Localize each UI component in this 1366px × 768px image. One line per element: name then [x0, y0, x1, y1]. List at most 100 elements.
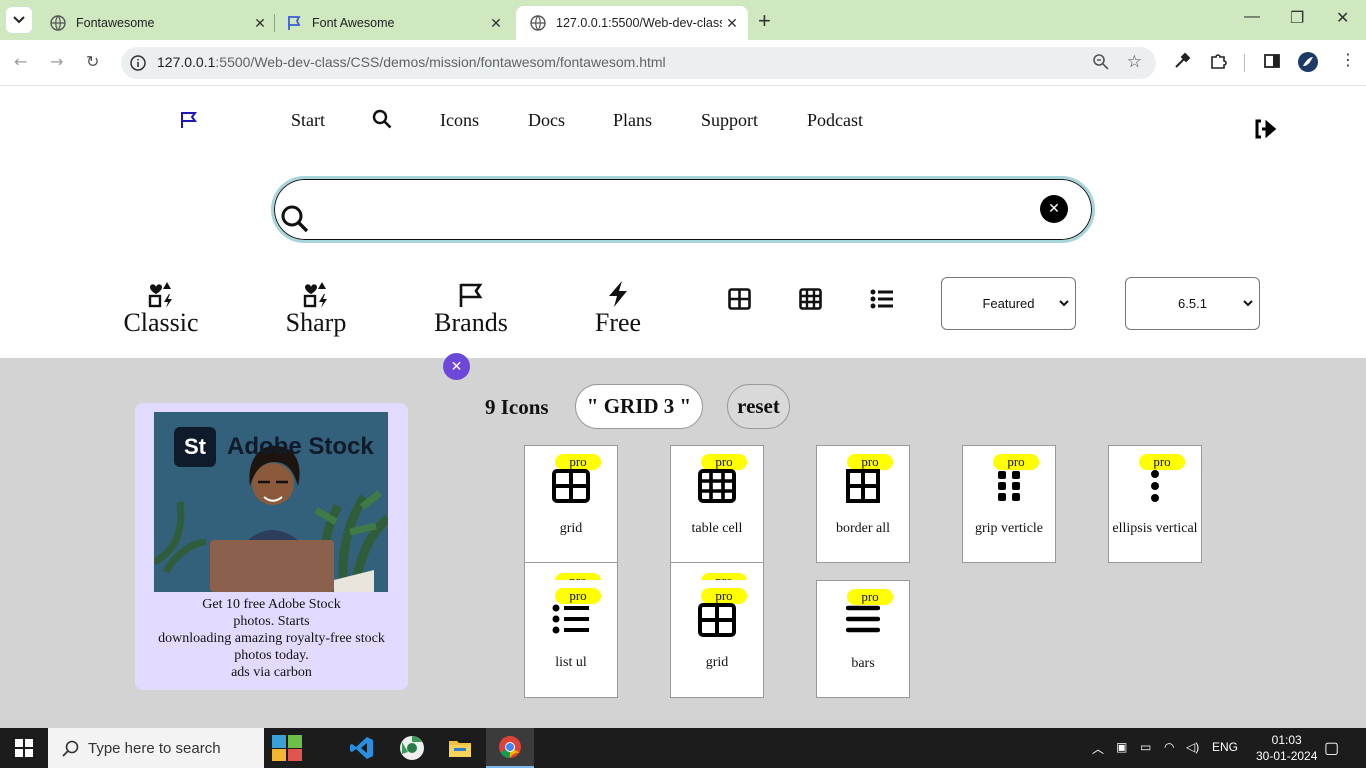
- browser-tab-fontawesome[interactable]: Fontawesome ✕: [36, 6, 276, 40]
- zoom-icon[interactable]: [1092, 53, 1110, 74]
- extensions-puzzle-icon[interactable]: [1209, 52, 1227, 75]
- tray-chevron-up-icon[interactable]: ︿: [1092, 740, 1104, 757]
- wifi-icon[interactable]: ◠: [1164, 740, 1174, 754]
- icon-card-border-all[interactable]: pro border all: [816, 445, 910, 563]
- bookmark-star-icon[interactable]: ☆: [1127, 52, 1142, 72]
- browser-tab-strip: Fontawesome ✕ Font Awesome ✕ 127.0.0.1:5…: [0, 0, 1366, 40]
- tab-title: Font Awesome: [312, 16, 395, 30]
- new-tab-plus-icon[interactable]: +: [758, 8, 771, 34]
- nav-podcast[interactable]: Podcast: [807, 110, 863, 131]
- icon-name: table cell: [691, 521, 743, 536]
- icon-card-bars[interactable]: pro bars: [816, 580, 910, 698]
- clock-date: 30-01-2024: [1256, 749, 1318, 763]
- list-view-icon[interactable]: [870, 288, 894, 315]
- reload-icon[interactable]: ↻: [86, 52, 99, 71]
- shapes-icon: [275, 276, 357, 308]
- grid-small-view-icon[interactable]: [799, 288, 822, 315]
- style-label: Brands: [434, 308, 508, 337]
- volume-icon[interactable]: ◁): [1186, 740, 1199, 754]
- input-language[interactable]: ENG: [1212, 740, 1238, 754]
- style-label: Free: [594, 308, 642, 337]
- icon-card-ellipsis-vertical[interactable]: pro ellipsis vertical: [1108, 445, 1202, 563]
- close-filter-icon[interactable]: ✕: [443, 353, 470, 380]
- battery-icon[interactable]: ▭: [1140, 740, 1151, 754]
- nav-start[interactable]: Start: [291, 110, 325, 131]
- tab-title: Fontawesome: [76, 16, 155, 30]
- nav-plans[interactable]: Plans: [613, 110, 652, 131]
- taskbar-clock[interactable]: 01:03 30-01-2024: [1256, 732, 1317, 764]
- ad-text[interactable]: Get 10 free Adobe Stock photos. Starts d…: [145, 596, 398, 681]
- search-icon: [62, 740, 79, 757]
- icon-card-grid[interactable]: pro grid: [524, 445, 618, 563]
- pro-badge: pro: [555, 588, 601, 604]
- notifications-icon[interactable]: ▢: [1324, 738, 1339, 758]
- icon-card-grid[interactable]: pro grid: [670, 580, 764, 698]
- meet-now-icon[interactable]: ▣: [1116, 740, 1127, 754]
- icon-card-list-ul[interactable]: pro list ul: [524, 580, 618, 698]
- icon-name: list ul: [555, 655, 587, 670]
- shapes-icon: [115, 276, 207, 308]
- chevron-down-icon: [1243, 300, 1253, 307]
- browser-tab-active[interactable]: 127.0.0.1:5500/Web-dev-class/C ✕: [516, 6, 748, 40]
- icon-card-table-cell[interactable]: pro table cell: [670, 445, 764, 563]
- query-chip[interactable]: " GRID 3 ": [575, 384, 703, 429]
- close-tab-icon[interactable]: ✕: [250, 15, 270, 32]
- vscode-icon[interactable]: [338, 728, 386, 768]
- browser-tab-font-awesome[interactable]: Font Awesome ✕: [272, 6, 512, 40]
- nav-search-icon[interactable]: [372, 109, 392, 134]
- restore-icon[interactable]: ❐: [1290, 8, 1304, 28]
- profile-avatar[interactable]: [1297, 51, 1319, 78]
- taskbar-search-box[interactable]: Type here to search: [48, 728, 264, 768]
- eyedropper-icon[interactable]: [1173, 52, 1191, 75]
- clear-search-icon[interactable]: ✕: [1040, 195, 1068, 223]
- icon-name: grip verticle: [974, 521, 1044, 536]
- version-select[interactable]: 6.5.1: [1125, 277, 1260, 330]
- carbon-ad[interactable]: St Adobe Stock Get 10 free Adobe Stock p…: [135, 403, 408, 690]
- file-explorer-icon[interactable]: [436, 728, 484, 768]
- style-classic-button[interactable]: Classic: [115, 276, 207, 338]
- forward-icon[interactable]: →: [50, 52, 63, 71]
- grid-large-view-icon[interactable]: [728, 288, 751, 315]
- reset-button[interactable]: reset: [727, 384, 790, 429]
- flag-icon: [286, 15, 302, 31]
- pro-badge: pro: [847, 454, 893, 470]
- bars-icon: [817, 604, 909, 634]
- window-close-icon[interactable]: ✕: [1336, 8, 1349, 28]
- nav-support[interactable]: Support: [701, 110, 758, 131]
- browser-menu-icon[interactable]: ⋮: [1340, 50, 1356, 69]
- pro-badge: pro: [993, 454, 1039, 470]
- style-sharp-button[interactable]: Sharp: [275, 276, 357, 338]
- windows-start-icon[interactable]: [0, 728, 48, 768]
- flag-logo-icon[interactable]: [180, 111, 198, 134]
- chevron-down-icon: [13, 16, 25, 24]
- icon-card-grip-vertical[interactable]: pro grip verticle: [962, 445, 1056, 563]
- sign-out-icon[interactable]: [1253, 118, 1277, 145]
- puzzle-widget-icon[interactable]: [264, 728, 312, 768]
- close-tab-icon[interactable]: ✕: [486, 15, 506, 32]
- minimize-icon[interactable]: —: [1244, 8, 1260, 26]
- icon-name: border all: [835, 521, 891, 536]
- flag-icon: [425, 276, 517, 308]
- chrome-profile-icon[interactable]: [388, 728, 436, 768]
- close-tab-icon[interactable]: ✕: [722, 15, 742, 32]
- icon-search-field[interactable]: ✕: [271, 176, 1095, 243]
- chrome-icon[interactable]: [486, 728, 534, 768]
- address-bar[interactable]: 127.0.0.1:5500/Web-dev-class/CSS/demos/m…: [121, 47, 1156, 79]
- style-free-button[interactable]: Free: [587, 276, 649, 338]
- grid-2x2-icon: [671, 603, 763, 637]
- tab-search-button[interactable]: [6, 7, 32, 33]
- adobe-stock-logo: St: [174, 427, 216, 467]
- pro-badge: pro: [847, 589, 893, 605]
- sort-selected-value: Featured: [982, 296, 1035, 311]
- windows-taskbar: Type here to search ︿ ▣ ▭ ◠ ◁) ENG 01:03…: [0, 728, 1366, 768]
- nav-icons[interactable]: Icons: [440, 110, 479, 131]
- version-selected-value: 6.5.1: [1178, 296, 1207, 311]
- ad-image[interactable]: St Adobe Stock: [154, 412, 388, 592]
- site-info-icon[interactable]: [130, 55, 146, 74]
- side-panel-icon[interactable]: [1263, 52, 1281, 75]
- style-brands-button[interactable]: Brands: [425, 276, 517, 338]
- nav-docs[interactable]: Docs: [528, 110, 565, 131]
- sort-select[interactable]: Featured: [941, 277, 1076, 330]
- browser-toolbar: ← → ↻ 127.0.0.1:5500/Web-dev-class/CSS/d…: [0, 40, 1366, 86]
- back-icon[interactable]: ←: [14, 52, 27, 71]
